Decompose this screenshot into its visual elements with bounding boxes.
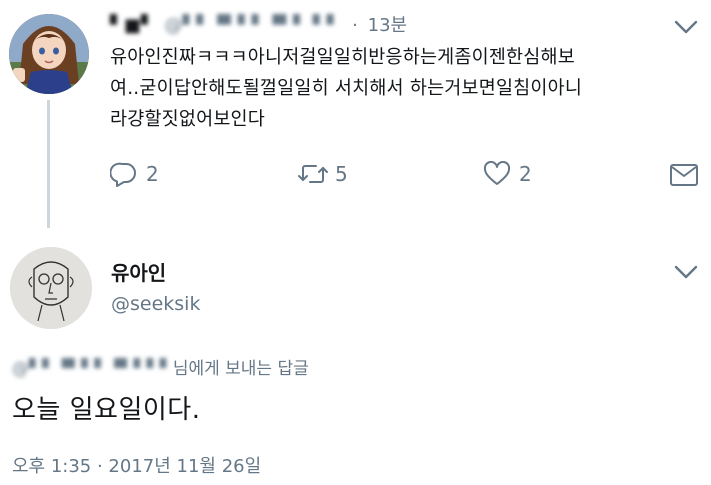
parent-text-line: 여..굳이답안해도될껄일일히 서치해서 하는거보면일침이아니 (110, 78, 583, 99)
parent-display-name[interactable]: ▘■▘ (110, 14, 155, 38)
main-tweet-timestamp[interactable]: 오후 1:35 · 2017년 11월 26일 (12, 455, 261, 479)
main-tweet-text: 오늘 일요일이다. (12, 395, 201, 425)
replying-to-handle[interactable]: @▘▘▝▘▘▘▝▘▘▘▘ (12, 357, 173, 381)
reply-icon (110, 161, 138, 187)
face-sketch-avatar-image (10, 247, 92, 329)
main-handle[interactable]: @seeksik (111, 291, 200, 317)
retweet-icon (297, 161, 329, 187)
parent-separator: · (352, 15, 358, 36)
envelope-icon (669, 164, 699, 191)
heart-icon (483, 161, 511, 187)
parent-tweet-text: 유아인진짜ㅋㅋㅋ아니저걸일일히반응하는게좀이젠한심해보 여..굳이답안해도될껄일… (110, 42, 705, 135)
parent-header: ▘■▘ @▘▘▝▘▘▘▝▘▘ ▘▘ · 13분 (110, 14, 407, 38)
parent-menu-chevron-icon[interactable] (673, 17, 699, 37)
reply-action[interactable]: 2 (110, 161, 159, 187)
retweet-action[interactable]: 5 (297, 161, 348, 187)
parent-text-line: 라걍할짓없어보인다 (110, 109, 265, 130)
parent-timestamp[interactable]: 13분 (368, 15, 407, 36)
like-count: 2 (519, 162, 532, 186)
main-display-name[interactable]: 유아인 (111, 260, 166, 286)
parent-text-line: 유아인진짜ㅋㅋㅋ아니저걸일일히반응하는게좀이젠한심해보 (110, 47, 575, 68)
replying-to-suffix: 님에게 보내는 답글 (172, 359, 309, 379)
direct-message-action[interactable] (669, 163, 699, 191)
retweet-count: 5 (335, 162, 348, 186)
anime-girl-avatar-image (9, 14, 89, 94)
main-avatar[interactable] (10, 247, 92, 329)
thread-connector-line (47, 100, 50, 228)
reply-count: 2 (146, 162, 159, 186)
parent-handle[interactable]: @▘▘▝▘▘▘▝▘▘ ▘▘ (164, 14, 340, 38)
replying-to-line: @▘▘▝▘▘▘▝▘▘▘▘님에게 보내는 답글 (12, 357, 309, 381)
parent-avatar[interactable] (9, 14, 89, 94)
like-action[interactable]: 2 (483, 161, 532, 187)
main-menu-chevron-icon[interactable] (673, 262, 699, 282)
